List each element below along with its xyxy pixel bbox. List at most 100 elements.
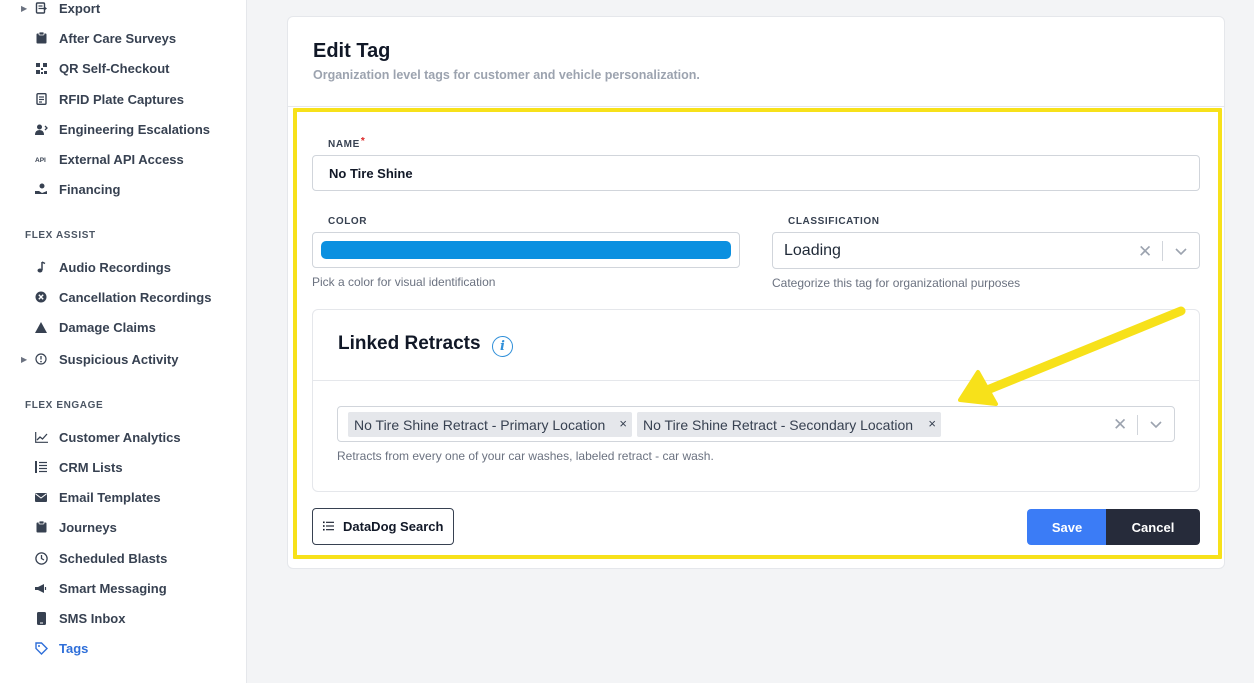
sidebar-item-label: Damage Claims (59, 319, 156, 335)
select-separator (1162, 241, 1163, 261)
sidebar-item-label: Cancellation Recordings (59, 289, 212, 305)
clock-icon (34, 551, 48, 565)
sidebar-item-sms-inbox[interactable]: SMS Inbox (0, 606, 246, 630)
name-label-text: NAME (328, 139, 360, 150)
warning-triangle-icon (34, 320, 48, 334)
sidebar-item-external-api-access[interactable]: API External API Access (0, 147, 246, 171)
classification-value: Loading (784, 242, 841, 259)
sidebar-item-smart-messaging[interactable]: Smart Messaging (0, 576, 246, 600)
chevron-down-icon[interactable] (1150, 421, 1162, 429)
sidebar-item-label: Engineering Escalations (59, 121, 210, 137)
color-picker[interactable] (312, 232, 740, 268)
sidebar-item-label: CRM Lists (59, 459, 123, 475)
envelope-icon (34, 490, 48, 504)
info-icon[interactable]: i (492, 336, 513, 357)
caret-right-icon: ▶ (21, 3, 28, 13)
divider (288, 106, 1224, 107)
tag-icon (34, 641, 48, 655)
classification-help-text: Categorize this tag for organizational p… (772, 276, 1021, 290)
sidebar-item-label: Smart Messaging (59, 580, 167, 596)
caret-right-icon: ▶ (21, 354, 28, 364)
list-icon (34, 460, 48, 474)
cancel-button[interactable]: Cancel (1106, 509, 1200, 545)
retract-chip: No Tire Shine Retract - Secondary Locati… (637, 412, 941, 437)
sidebar-item-crm-lists[interactable]: CRM Lists (0, 455, 246, 479)
sidebar-item-label: Customer Analytics (59, 429, 181, 445)
sidebar-item-label: Export (59, 0, 101, 16)
user-escalation-icon (34, 122, 48, 136)
sidebar-item-suspicious-activity[interactable]: ▶ Suspicious Activity (0, 347, 246, 371)
sidebar-item-journeys[interactable]: Journeys (0, 515, 246, 539)
linked-retracts-select[interactable]: No Tire Shine Retract - Primary Location… (337, 406, 1175, 442)
qr-code-icon (34, 61, 48, 75)
sidebar-item-label: Journeys (59, 519, 117, 535)
sidebar-item-export[interactable]: ▶ Export (0, 0, 246, 20)
api-icon: API (34, 152, 48, 166)
section-heading-flex-assist: FLEX ASSIST (25, 230, 96, 241)
chip-remove-icon[interactable]: × (619, 416, 627, 431)
linked-retracts-title: Linked Retracts (338, 333, 481, 354)
chevron-down-icon[interactable] (1175, 248, 1187, 256)
sidebar-item-label: Financing (59, 181, 121, 197)
color-help-text: Pick a color for visual identification (312, 275, 496, 289)
document-icon (34, 92, 48, 106)
page-subtitle: Organization level tags for customer and… (313, 68, 700, 82)
sidebar-item-label: Tags (59, 640, 89, 656)
required-mark: * (360, 136, 366, 147)
sidebar-item-qr-self-checkout[interactable]: QR Self-Checkout (0, 56, 246, 80)
line-chart-icon (34, 430, 48, 444)
sidebar-item-label: Audio Recordings (59, 259, 171, 275)
phone-icon (34, 611, 48, 625)
clear-icon[interactable]: ✕ (1113, 416, 1127, 433)
sidebar-item-label: QR Self-Checkout (59, 60, 170, 76)
sidebar-item-engineering-escalations[interactable]: Engineering Escalations (0, 117, 246, 141)
datadog-search-button[interactable]: DataDog Search (312, 508, 454, 545)
section-heading-flex-engage: FLEX ENGAGE (25, 400, 104, 411)
hand-coin-icon (34, 182, 48, 196)
sidebar-item-financing[interactable]: Financing (0, 177, 246, 201)
chip-remove-icon[interactable]: × (928, 416, 936, 431)
sidebar-item-after-care-surveys[interactable]: After Care Surveys (0, 26, 246, 50)
name-label: NAME* (328, 136, 366, 150)
music-note-icon (34, 260, 48, 274)
megaphone-icon (34, 581, 48, 595)
sidebar-item-customer-analytics[interactable]: Customer Analytics (0, 425, 246, 449)
linked-retracts-help-text: Retracts from every one of your car wash… (337, 449, 714, 463)
cancel-circle-icon (34, 290, 48, 304)
alert-circle-icon (34, 352, 48, 366)
color-swatch[interactable] (321, 241, 731, 259)
datadog-search-label: DataDog Search (343, 519, 444, 534)
sidebar-item-audio-recordings[interactable]: Audio Recordings (0, 255, 246, 279)
sidebar: ▶ Export After Care Surveys QR Self-Chec… (0, 0, 247, 683)
svg-text:API: API (35, 157, 46, 163)
sidebar-item-label: External API Access (59, 151, 184, 167)
sidebar-item-damage-claims[interactable]: Damage Claims (0, 315, 246, 339)
name-input[interactable] (312, 155, 1200, 191)
sidebar-item-cancellation-recordings[interactable]: Cancellation Recordings (0, 285, 246, 309)
sidebar-item-label: Email Templates (59, 489, 161, 505)
sidebar-item-rfid-plate-captures[interactable]: RFID Plate Captures (0, 87, 246, 111)
clear-icon[interactable]: ✕ (1138, 243, 1152, 260)
sidebar-item-scheduled-blasts[interactable]: Scheduled Blasts (0, 546, 246, 570)
retract-chip: No Tire Shine Retract - Primary Location… (348, 412, 632, 437)
list-icon (323, 521, 334, 531)
clipboard-icon (34, 520, 48, 534)
sidebar-item-label: Suspicious Activity (59, 351, 179, 367)
color-label: COLOR (328, 216, 368, 227)
classification-select[interactable]: Loading ✕ (772, 232, 1200, 269)
divider (313, 380, 1199, 381)
linked-retracts-panel: Linked Retracts i (312, 309, 1200, 492)
select-separator (1137, 415, 1138, 435)
page-title: Edit Tag (313, 40, 391, 62)
save-button[interactable]: Save (1027, 509, 1107, 545)
sidebar-item-email-templates[interactable]: Email Templates (0, 485, 246, 509)
classification-label: CLASSIFICATION (788, 216, 880, 227)
sidebar-item-tags[interactable]: Tags (0, 636, 246, 660)
sidebar-item-label: RFID Plate Captures (59, 91, 184, 107)
sidebar-item-label: After Care Surveys (59, 30, 177, 46)
chip-label: No Tire Shine Retract - Primary Location (354, 416, 606, 433)
clipboard-icon (34, 31, 48, 45)
chip-label: No Tire Shine Retract - Secondary Locati… (643, 416, 914, 433)
sidebar-item-label: Scheduled Blasts (59, 550, 168, 566)
sidebar-item-label: SMS Inbox (59, 610, 126, 626)
